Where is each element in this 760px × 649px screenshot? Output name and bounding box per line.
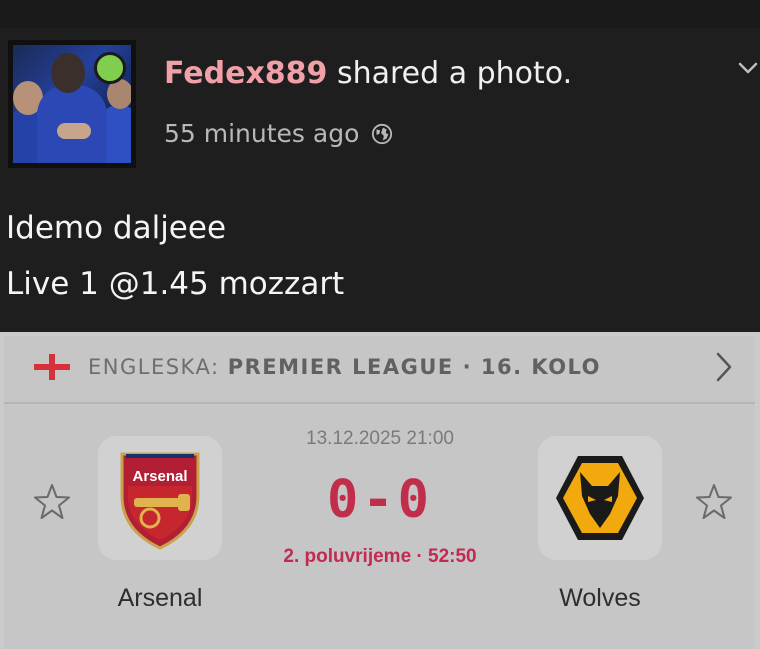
away-team-name: Wolves xyxy=(559,584,641,612)
favorite-away-star-icon[interactable] xyxy=(694,482,734,522)
post-time[interactable]: 55 minutes ago xyxy=(164,116,359,152)
username-link[interactable]: Fedex889 xyxy=(164,56,327,91)
post-action: shared a photo. xyxy=(327,56,573,91)
chevron-right-icon[interactable] xyxy=(710,350,736,384)
post-title: Fedex889 shared a photo. xyxy=(164,54,572,94)
league-country: ENGLESKA: xyxy=(88,355,228,379)
league-bar[interactable]: ENGLESKA: PREMIER LEAGUE · 16. KOLO xyxy=(4,336,755,404)
match-score: 0-0 xyxy=(327,470,433,530)
post-text: Idemo daljeee Live 1 @1.45 mozzart xyxy=(6,200,344,312)
england-flag-icon xyxy=(34,354,70,380)
home-team-crest: Arsenal xyxy=(98,436,222,560)
league-label: ENGLESKA: PREMIER LEAGUE · 16. KOLO xyxy=(88,352,601,382)
globe-icon xyxy=(372,123,393,145)
arsenal-crest-icon xyxy=(120,452,200,550)
online-status-dot xyxy=(94,52,126,84)
chevron-down-icon[interactable] xyxy=(736,56,760,80)
wolves-crest-icon xyxy=(556,456,644,540)
home-crest-text: Arsenal xyxy=(132,468,188,485)
match-card: ENGLESKA: PREMIER LEAGUE · 16. KOLO Arse… xyxy=(4,336,755,649)
league-name: PREMIER LEAGUE · 16. KOLO xyxy=(227,355,602,379)
top-strip xyxy=(0,0,760,28)
post-text-line-2: Live 1 @1.45 mozzart xyxy=(6,266,345,302)
match-status: 2. poluvrijeme · 52:50 xyxy=(283,546,477,567)
away-team-crest xyxy=(538,436,662,560)
post-text-line-1: Idemo daljeee xyxy=(6,210,227,246)
home-team-name: Arsenal xyxy=(117,584,203,612)
post-meta: 55 minutes ago xyxy=(164,116,393,152)
avatar[interactable] xyxy=(8,40,136,168)
shared-photo[interactable]: ENGLESKA: PREMIER LEAGUE · 16. KOLO Arse… xyxy=(0,332,760,649)
match-datetime: 13.12.2025 21:00 xyxy=(306,428,454,449)
favorite-home-star-icon[interactable] xyxy=(32,482,72,522)
